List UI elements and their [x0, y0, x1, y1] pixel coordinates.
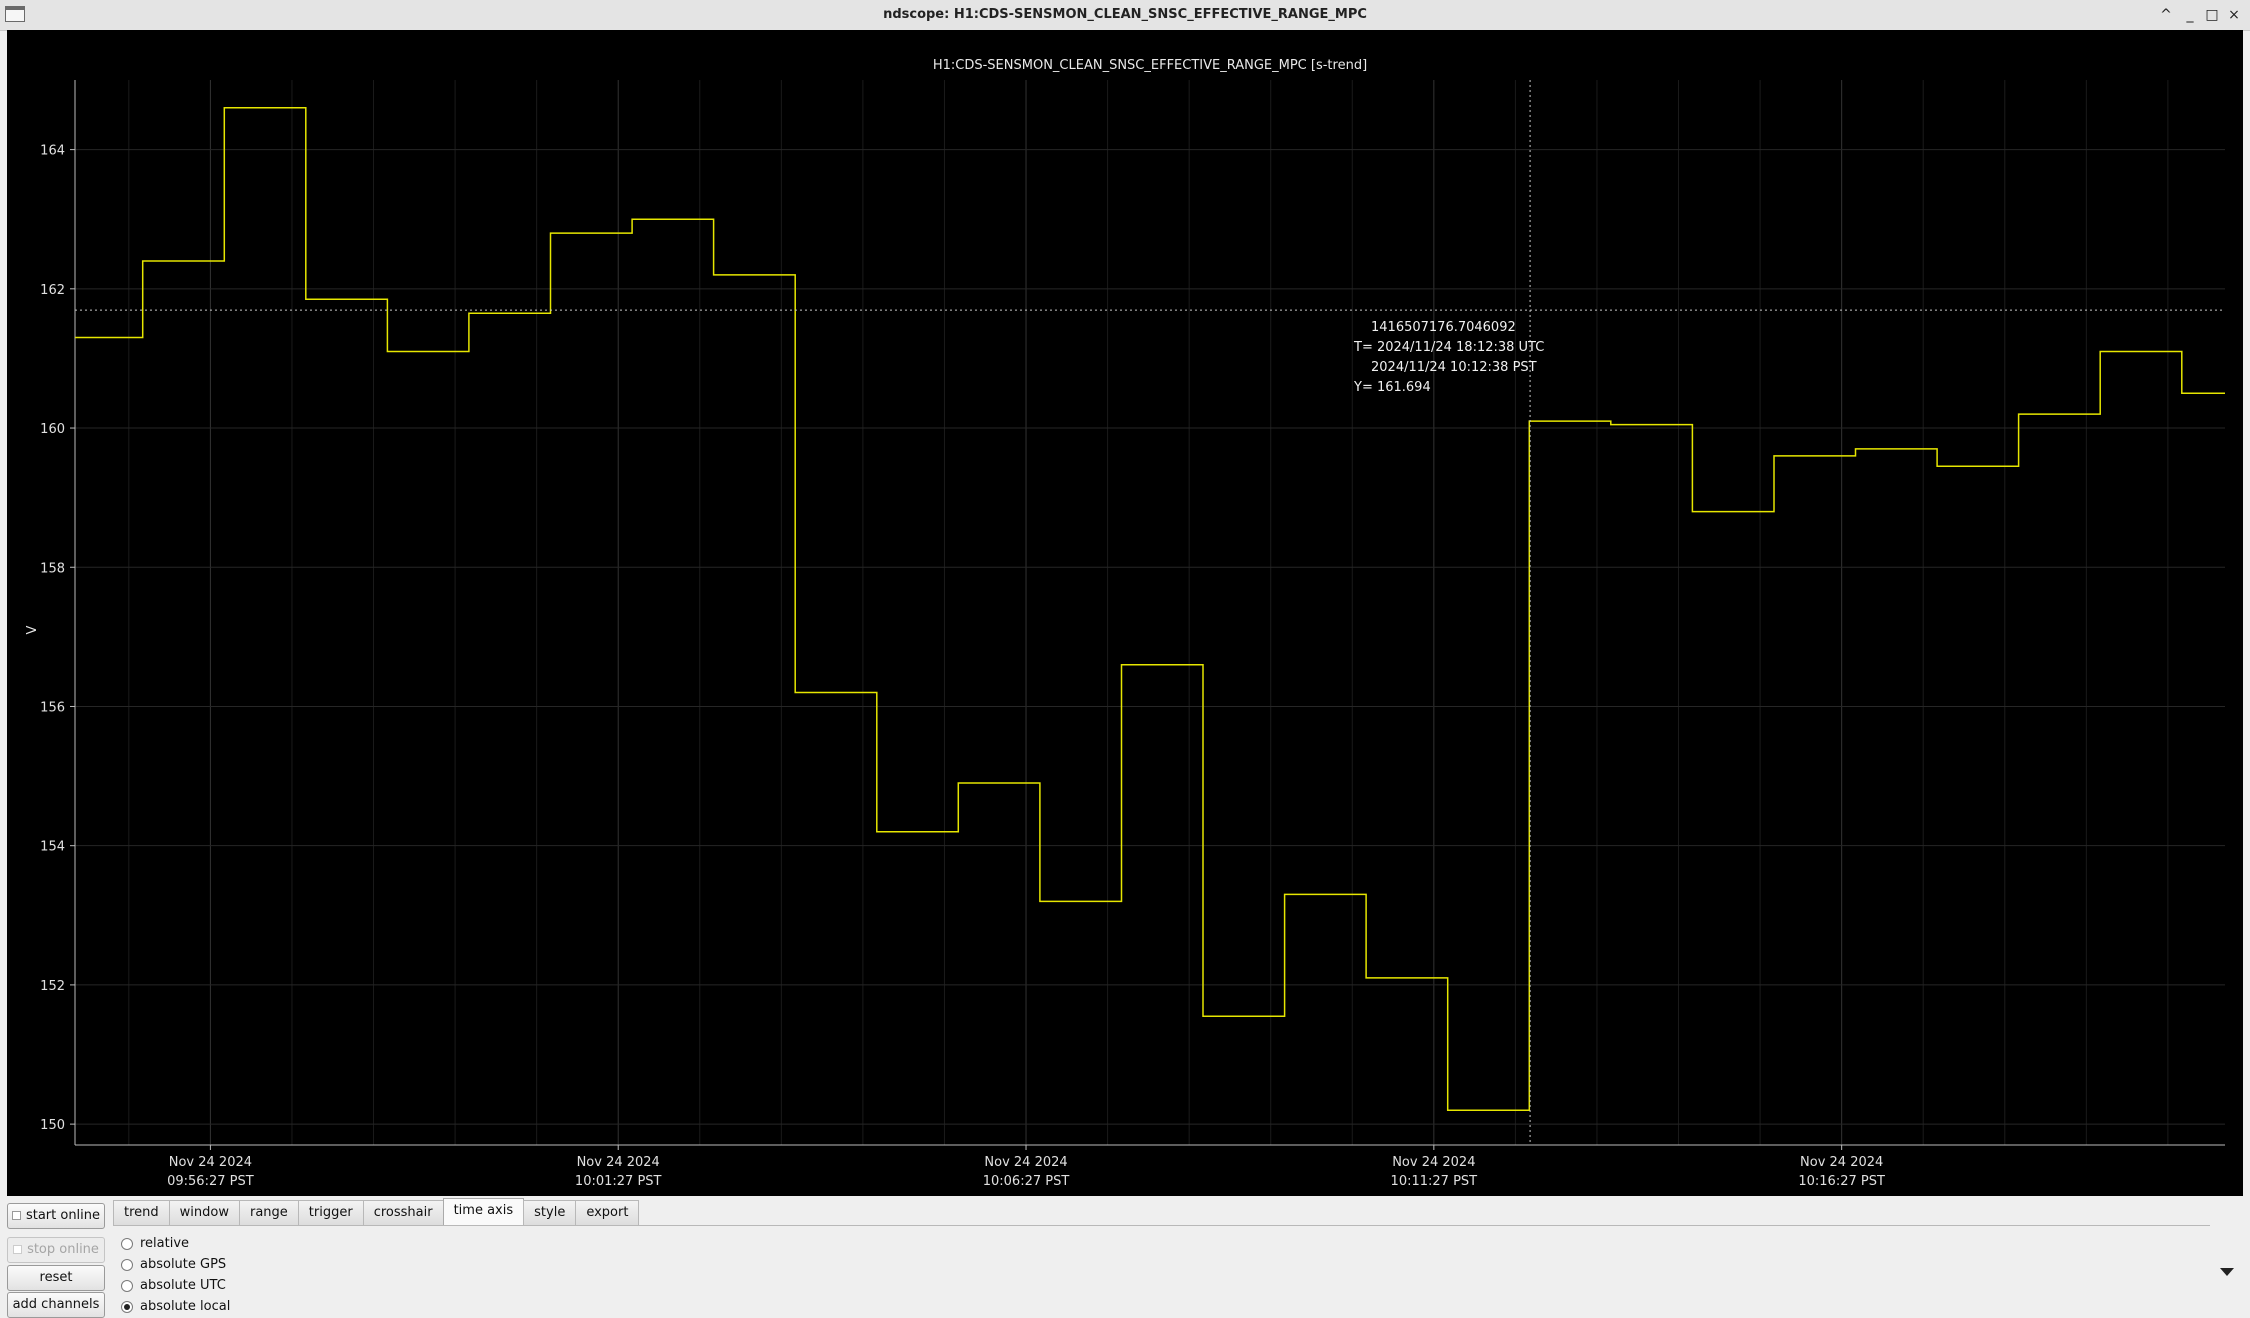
grid — [75, 80, 2225, 1145]
x-tick-date: Nov 24 2024 — [577, 1155, 660, 1170]
expand-arrow-icon[interactable] — [2220, 1268, 2234, 1276]
keep-above-button[interactable]: ^ — [2155, 3, 2177, 27]
time-axis-options: relative absolute GPS absolute UTC absol… — [121, 1233, 230, 1317]
tab-bar: trend window range trigger crosshair tim… — [113, 1198, 640, 1226]
stop-icon — [13, 1245, 23, 1254]
x-tick-date: Nov 24 2024 — [984, 1155, 1067, 1170]
stop-online-button[interactable]: stop online — [7, 1237, 105, 1263]
maximize-button[interactable]: □ — [2201, 3, 2223, 27]
crosshair-local: 2024/11/24 10:12:38 PST — [1371, 360, 1537, 375]
option-relative-label: relative — [140, 1236, 190, 1251]
crosshair-gps: 1416507176.7046092 — [1371, 320, 1516, 335]
tab-trend[interactable]: trend — [113, 1200, 170, 1225]
window-title: ndscope: H1:CDS-SENSMON_CLEAN_SNSC_EFFEC… — [883, 7, 1367, 22]
tab-time-axis[interactable]: time axis — [442, 1198, 525, 1225]
radio-relative[interactable] — [121, 1237, 133, 1250]
add-channels-button[interactable]: add channels — [7, 1292, 105, 1318]
y-tick-label: 160 — [40, 422, 65, 437]
tab-export[interactable]: export — [575, 1200, 640, 1225]
option-relative[interactable]: relative — [121, 1233, 230, 1254]
plot-title: H1:CDS-SENSMON_CLEAN_SNSC_EFFECTIVE_RANG… — [933, 58, 1367, 73]
option-absolute-gps-label: absolute GPS — [140, 1257, 227, 1272]
play-icon — [11, 1211, 21, 1220]
crosshair-utc: T= 2024/11/24 18:12:38 UTC — [1353, 340, 1544, 355]
reset-button[interactable]: reset — [7, 1265, 105, 1291]
y-axis-label: V — [25, 625, 40, 634]
start-online-label: start online — [25, 1208, 101, 1223]
minimize-button[interactable]: _ — [2179, 3, 2201, 27]
option-absolute-utc-label: absolute UTC — [140, 1278, 226, 1293]
x-tick-date: Nov 24 2024 — [169, 1155, 252, 1170]
y-tick-label: 158 — [40, 561, 65, 576]
y-tick-label: 152 — [40, 979, 65, 994]
tab-window[interactable]: window — [168, 1200, 240, 1225]
tab-range[interactable]: range — [238, 1200, 299, 1225]
radio-absolute-local[interactable] — [121, 1300, 133, 1313]
tab-crosshair[interactable]: crosshair — [362, 1200, 444, 1225]
x-ticks: Nov 24 2024 09:56:27 PST Nov 24 2024 10:01:… — [167, 1145, 1885, 1189]
option-absolute-local[interactable]: absolute local — [121, 1296, 230, 1317]
y-ticks: 164 162 160 158 156 154 152 150 — [40, 144, 75, 1133]
y-tick-label: 154 — [40, 840, 65, 855]
x-tick-time: 10:16:27 PST — [1798, 1174, 1885, 1189]
option-absolute-gps[interactable]: absolute GPS — [121, 1254, 230, 1275]
tab-style[interactable]: style — [523, 1200, 577, 1225]
x-tick-time: 10:01:27 PST — [575, 1174, 662, 1189]
x-tick-date: Nov 24 2024 — [1392, 1155, 1475, 1170]
trace-line — [75, 107, 2225, 1111]
radio-absolute-utc[interactable] — [121, 1279, 133, 1292]
tab-trigger[interactable]: trigger — [297, 1200, 364, 1225]
x-tick-time: 10:11:27 PST — [1391, 1174, 1478, 1189]
y-tick-label: 156 — [40, 700, 65, 715]
option-absolute-utc[interactable]: absolute UTC — [121, 1275, 230, 1296]
stop-online-label: stop online — [27, 1242, 99, 1257]
close-button[interactable]: × — [2223, 3, 2245, 27]
radio-absolute-gps[interactable] — [121, 1258, 133, 1271]
y-tick-label: 150 — [40, 1118, 65, 1133]
x-tick-date: Nov 24 2024 — [1800, 1155, 1883, 1170]
plot-area[interactable]: H1:CDS-SENSMON_CLEAN_SNSC_EFFECTIVE_RANG… — [7, 30, 2243, 1196]
title-bar: ndscope: H1:CDS-SENSMON_CLEAN_SNSC_EFFEC… — [0, 0, 2250, 31]
x-tick-time: 10:06:27 PST — [983, 1174, 1070, 1189]
x-tick-time: 09:56:27 PST — [167, 1174, 254, 1189]
y-tick-label: 162 — [40, 283, 65, 298]
crosshair-y: Y= 161.694 — [1353, 380, 1431, 395]
start-online-button[interactable]: start online — [7, 1203, 105, 1229]
tab-divider — [113, 1225, 2210, 1226]
y-tick-label: 164 — [40, 144, 65, 159]
trend-plot[interactable]: H1:CDS-SENSMON_CLEAN_SNSC_EFFECTIVE_RANG… — [7, 30, 2243, 1196]
